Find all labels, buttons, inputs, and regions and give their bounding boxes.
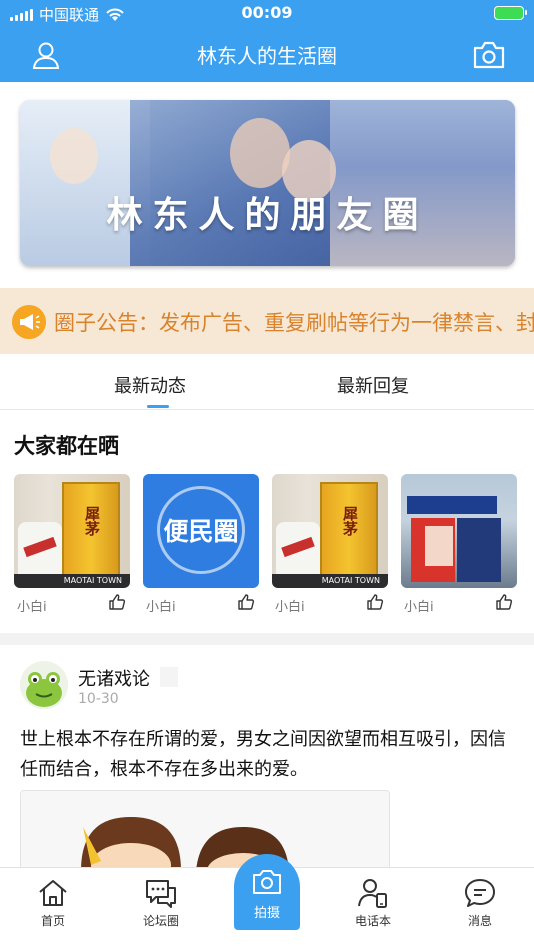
tab-latest-replies[interactable]: 最新回复 [337,372,409,398]
photo-author: 小白i [146,600,176,615]
photo-card[interactable]: 小白i [401,474,517,615]
author-badge [160,667,178,687]
thumbs-up-icon[interactable] [366,593,384,611]
tab-latest-posts[interactable]: 最新动态 [114,372,186,398]
tab-phonebook[interactable]: 电话本 [343,876,403,929]
tab-label: 论坛圈 [142,914,179,928]
main-content: 林东人的朋友圈 圈子公告：发布广告、重复刷帖等行为一律禁言、封号 最新动态 最新… [0,82,534,867]
photo-thumbnail[interactable]: 犀茅 MAOTAI TOWN [272,474,388,588]
phonebook-icon [358,879,387,908]
status-bar: 中国联通 00:09 [0,0,534,26]
post-image[interactable] [20,790,390,867]
photo-thumbnail[interactable]: 便民圈 [143,474,259,588]
divider [0,633,534,645]
tab-home[interactable]: 首页 [23,876,83,929]
banner-image[interactable]: 林东人的朋友圈 [20,100,515,266]
photo-card[interactable]: 犀茅 MAOTAI TOWN 小白i [272,474,388,615]
banner-figure [50,128,98,184]
home-icon [39,880,67,906]
photo-author: 小白i [275,600,305,615]
announcement-text: 圈子公告：发布广告、重复刷帖等行为一律禁言、封号 [54,311,534,335]
section-title: 大家都在晒 [14,434,119,458]
tab-label: 首页 [40,914,65,928]
frog-avatar-icon [20,661,68,709]
liquor-bottle [276,522,320,582]
bottom-tab-bar: 首页 论坛圈 拍摄 电话本 消息 [0,854,534,950]
liquor-bottle [18,522,62,582]
banner-photo-right [330,100,515,266]
forum-icon [146,880,176,908]
avatar[interactable] [20,661,68,709]
tab-forum[interactable]: 论坛圈 [131,876,191,929]
camera-icon[interactable] [472,40,506,70]
liquor-box: 犀茅 [320,482,378,582]
tab-label: 拍摄 [253,906,280,921]
photo-author: 小白i [17,600,47,615]
thumbs-up-icon[interactable] [495,593,513,611]
box-base-text: MAOTAI TOWN [14,574,130,588]
photo-thumbnail[interactable] [401,474,517,588]
page-title: 林东人的生活圈 [197,44,337,68]
event-poster [425,526,453,566]
megaphone-icon [12,305,46,339]
feed-post[interactable]: 无诸戏论 10-30 世上根本不存在所谓的爱，男女之间因欲望而相互吸引，因信任而… [0,645,534,867]
active-tab-indicator [147,405,169,408]
message-icon [465,879,495,907]
clock: 00:09 [241,3,293,22]
feed-tabs: 最新动态 最新回复 [0,360,534,410]
thumbs-up-icon[interactable] [237,593,255,611]
box-base-text: MAOTAI TOWN [272,574,388,588]
battery-icon [494,6,527,20]
post-content: 世上根本不存在所谓的爱，男女之间因欲望而相互吸引，因信任而结合，根本不存在多出来… [20,729,506,780]
post-author[interactable]: 无诸戏论 [78,665,150,691]
banner-figure [230,118,290,188]
post-date: 10-30 [78,691,119,707]
banner-text: 林东人的朋友圈 [106,195,429,236]
tab-label: 电话本 [354,914,391,928]
photo-card[interactable]: 便民圈 小白i [143,474,259,615]
cartoon-illustration [21,791,389,867]
liquor-box: 犀茅 [62,482,120,582]
photo-card[interactable]: 犀茅 MAOTAI TOWN 小白i [14,474,130,615]
photo-author: 小白i [404,600,434,615]
tab-messages[interactable]: 消息 [450,876,510,929]
tab-label: 消息 [467,914,492,928]
event-tent [407,496,497,514]
bianmin-logo-text: 便民圈 [163,517,239,546]
event-board [457,518,501,582]
tab-shoot[interactable]: 拍摄 [234,854,300,930]
photo-thumbnail[interactable]: 犀茅 MAOTAI TOWN [14,474,130,588]
thumbs-up-icon[interactable] [108,593,126,611]
announcement-bar[interactable]: 圈子公告：发布广告、重复刷帖等行为一律禁言、封号 [0,288,534,354]
nav-bar: 林东人的生活圈 [0,26,534,82]
photo-strip: 犀茅 MAOTAI TOWN 小白i 便民圈 小白i 犀茅 MAOTAI TOW… [14,474,534,615]
camera-icon [253,870,281,894]
